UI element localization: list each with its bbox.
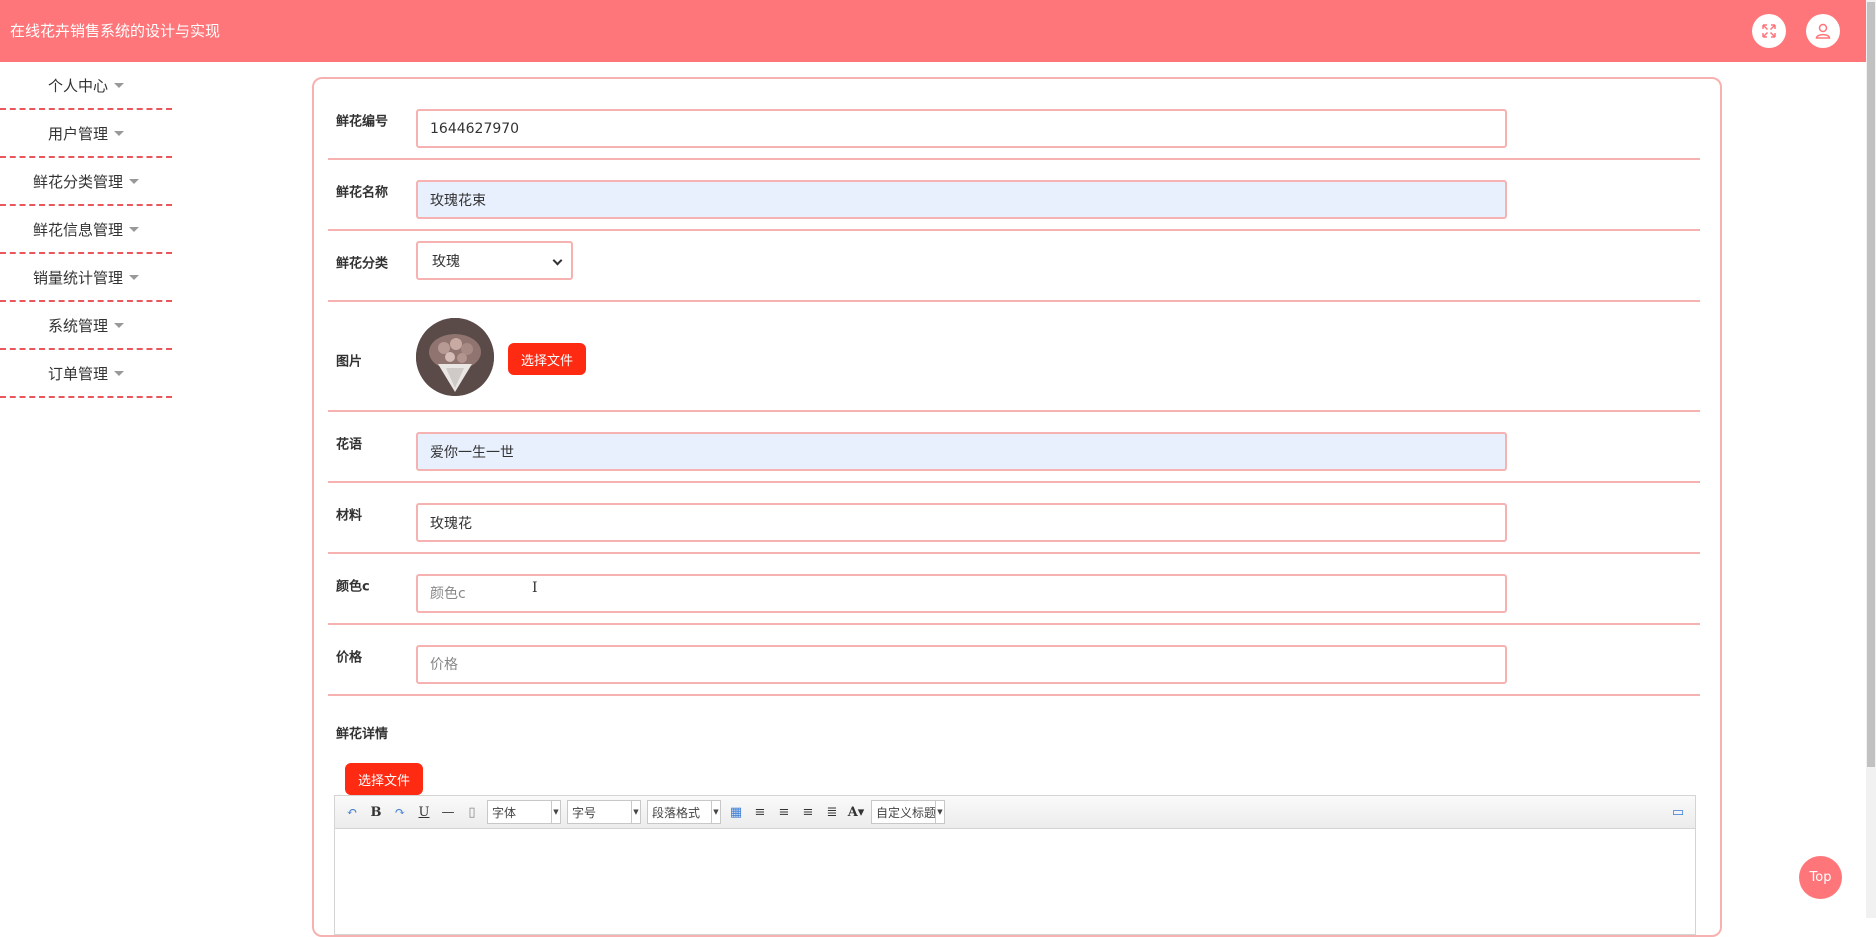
- paragraph-format-value: 段落格式: [652, 805, 701, 820]
- chevron-down-icon: ▼: [935, 801, 944, 823]
- preview-icon[interactable]: ▭: [1669, 803, 1687, 821]
- caret-down-icon: [129, 226, 139, 232]
- caret-down-icon: [129, 274, 139, 280]
- language-label: 花语: [336, 437, 363, 453]
- editor-toolbar: ↶ B ↷ U — ▯ 字体 ▼ 字号 ▼ 段落格式 ▼ ▦ ≡ ≡ ≡ ≣ A▾ 自…: [335, 796, 1695, 829]
- user-icon: [1815, 23, 1831, 39]
- font-size-select[interactable]: 字号 ▼: [567, 800, 641, 824]
- chevron-down-icon: ▼: [551, 801, 560, 823]
- flower-no-input[interactable]: 1644627970: [416, 109, 1507, 148]
- app-title: 在线花卉销售系统的设计与实现: [10, 22, 221, 40]
- detail-label: 鲜花详情: [336, 727, 389, 742]
- bouquet-image-icon: [416, 318, 494, 396]
- form-row-color: 颜色c I: [328, 554, 1700, 625]
- scrollbar-thumb[interactable]: [1867, 2, 1875, 767]
- color-label: 颜色c: [336, 579, 370, 595]
- caret-down-icon: [129, 178, 139, 184]
- material-label: 材料: [336, 508, 363, 524]
- paragraph-format-select[interactable]: 段落格式 ▼: [647, 800, 721, 824]
- text-cursor-icon: I: [532, 580, 538, 596]
- chevron-down-icon: ▼: [711, 801, 720, 823]
- undo-icon[interactable]: ↶: [343, 803, 361, 821]
- custom-title-select[interactable]: 自定义标题 ▼: [871, 800, 945, 824]
- top-header: 在线花卉销售系统的设计与实现: [0, 0, 1866, 62]
- bold-icon[interactable]: B: [367, 803, 385, 821]
- table-icon[interactable]: ▦: [727, 803, 745, 821]
- rich-text-editor: ↶ B ↷ U — ▯ 字体 ▼ 字号 ▼ 段落格式 ▼ ▦ ≡ ≡ ≡ ≣ A▾ 自…: [334, 795, 1696, 935]
- flower-image-preview: [416, 318, 494, 396]
- caret-down-icon: [114, 130, 124, 136]
- sidebar-item-label: 销量统计管理: [32, 268, 123, 287]
- fullscreen-button[interactable]: [1752, 14, 1786, 48]
- category-selected-value: 玫瑰: [432, 253, 460, 270]
- horizontal-rule-icon[interactable]: —: [439, 803, 457, 821]
- page-icon[interactable]: ▯: [463, 803, 481, 821]
- caret-down-icon: [114, 322, 124, 328]
- sidebar-item-label: 系统管理: [47, 316, 108, 335]
- form-row-image: 图片 选择文件: [328, 302, 1700, 412]
- caret-down-icon: [114, 370, 124, 376]
- sidebar-item-user-management[interactable]: 用户管理: [0, 110, 172, 158]
- category-label: 鲜花分类: [336, 256, 389, 272]
- sidebar-item-label: 用户管理: [47, 124, 108, 143]
- material-input[interactable]: 玫瑰花: [416, 503, 1507, 542]
- align-justify-icon[interactable]: ≣: [823, 803, 841, 821]
- form-row-language: 花语 爱你一生一世: [328, 412, 1700, 483]
- color-input[interactable]: [416, 574, 1507, 613]
- font-color-icon[interactable]: A▾: [847, 803, 865, 821]
- font-family-value: 字体: [492, 805, 517, 820]
- form-row-material: 材料 玫瑰花: [328, 483, 1700, 554]
- image-choose-file-button[interactable]: 选择文件: [508, 343, 586, 375]
- chevron-down-icon: ▼: [631, 801, 640, 823]
- sidebar-item-personal-center[interactable]: 个人中心: [0, 62, 172, 110]
- price-input[interactable]: [416, 645, 1507, 684]
- sidebar-item-label: 个人中心: [47, 76, 108, 95]
- underline-icon[interactable]: U: [415, 803, 433, 821]
- sidebar-item-label: 鲜花信息管理: [32, 220, 123, 239]
- custom-title-value: 自定义标题: [876, 805, 937, 820]
- language-input[interactable]: 爱你一生一世: [416, 432, 1507, 471]
- flower-name-label: 鲜花名称: [336, 185, 389, 201]
- page-scrollbar[interactable]: [1866, 0, 1876, 918]
- category-select[interactable]: 玫瑰: [416, 241, 573, 280]
- sidebar-item-label: 鲜花分类管理: [32, 172, 123, 191]
- sidebar-item-order-management[interactable]: 订单管理: [0, 350, 172, 398]
- font-size-value: 字号: [572, 805, 597, 820]
- form-row-flower-no: 鲜花编号 1644627970: [328, 79, 1700, 160]
- sidebar-item-system-management[interactable]: 系统管理: [0, 302, 172, 350]
- sidebar-item-sales-statistics[interactable]: 销量统计管理: [0, 254, 172, 302]
- form-row-price: 价格: [328, 625, 1700, 696]
- align-right-icon[interactable]: ≡: [775, 803, 793, 821]
- sidebar-item-label: 订单管理: [47, 364, 108, 383]
- chevron-down-icon: [552, 255, 563, 266]
- sidebar-item-category-management[interactable]: 鲜花分类管理: [0, 158, 172, 206]
- sidebar: 个人中心 用户管理 鲜花分类管理 鲜花信息管理 销量统计管理 系统管理 订单管理: [0, 62, 172, 398]
- flower-no-label: 鲜花编号: [336, 114, 389, 130]
- font-family-select[interactable]: 字体 ▼: [487, 800, 561, 824]
- detail-choose-file-button[interactable]: 选择文件: [345, 763, 423, 795]
- back-to-top-button[interactable]: Top: [1799, 856, 1842, 899]
- image-label: 图片: [336, 354, 363, 370]
- sidebar-item-flower-info-management[interactable]: 鲜花信息管理: [0, 206, 172, 254]
- expand-icon: [1762, 24, 1776, 38]
- align-left-icon[interactable]: ≡: [751, 803, 769, 821]
- price-label: 价格: [336, 650, 363, 666]
- redo-icon[interactable]: ↷: [391, 803, 409, 821]
- form-row-flower-name: 鲜花名称 玫瑰花束: [328, 160, 1700, 231]
- align-center-icon[interactable]: ≡: [799, 803, 817, 821]
- flower-name-input[interactable]: 玫瑰花束: [416, 180, 1507, 219]
- form-row-category: 鲜花分类 玫瑰: [328, 231, 1700, 302]
- caret-down-icon: [114, 82, 124, 88]
- user-button[interactable]: [1806, 14, 1840, 48]
